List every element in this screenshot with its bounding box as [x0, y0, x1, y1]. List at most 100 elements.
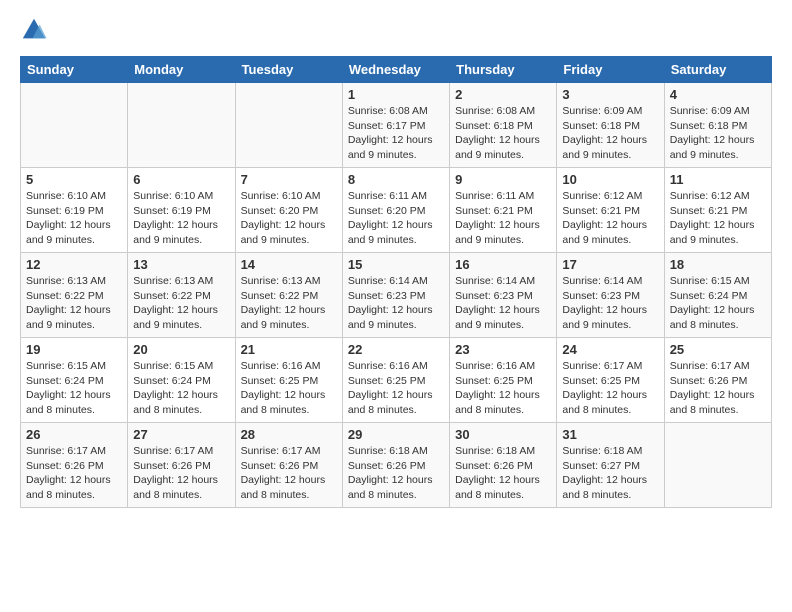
calendar-cell: 31 Sunrise: 6:18 AMSunset: 6:27 PMDayligh… [557, 423, 664, 508]
calendar-cell: 21 Sunrise: 6:16 AMSunset: 6:25 PMDayligh… [235, 338, 342, 423]
calendar-cell: 4Sunrise: 6:09 AMSunset: 6:18 PMDaylight… [664, 83, 771, 168]
day-number: 13 [133, 257, 229, 272]
day-number: 1 [348, 87, 444, 102]
calendar-cell: 6 Sunrise: 6:10 AMSunset: 6:19 PMDaylight… [128, 168, 235, 253]
day-info: Sunrise: 6:18 AMSunset: 6:26 PMDaylight:… [455, 444, 551, 503]
day-info: Sunrise: 6:11 AMSunset: 6:20 PMDaylight:… [348, 189, 444, 248]
day-info: Sunrise: 6:15 AMSunset: 6:24 PMDaylight:… [26, 359, 122, 418]
logo [20, 16, 52, 44]
day-info: Sunrise: 6:17 AMSunset: 6:26 PMDaylight:… [241, 444, 337, 503]
day-info: Sunrise: 6:18 AMSunset: 6:27 PMDaylight:… [562, 444, 658, 503]
week-row-1: 1 Sunrise: 6:08 AMSunset: 6:17 PMDaylight… [21, 83, 772, 168]
day-number: 26 [26, 427, 122, 442]
calendar-cell: 5Sunrise: 6:10 AMSunset: 6:19 PMDaylight… [21, 168, 128, 253]
day-info: Sunrise: 6:14 AMSunset: 6:23 PMDaylight:… [348, 274, 444, 333]
day-number: 20 [133, 342, 229, 357]
calendar-cell [664, 423, 771, 508]
day-number: 28 [241, 427, 337, 442]
calendar-cell: 26 Sunrise: 6:17 AMSunset: 6:26 PMDayligh… [21, 423, 128, 508]
calendar-cell: 3 Sunrise: 6:09 AMSunset: 6:18 PMDaylight… [557, 83, 664, 168]
calendar-cell [21, 83, 128, 168]
calendar-cell: 24 Sunrise: 6:17 AMSunset: 6:25 PMDayligh… [557, 338, 664, 423]
calendar-cell: 9 Sunrise: 6:11 AMSunset: 6:21 PMDaylight… [450, 168, 557, 253]
day-number: 16 [455, 257, 551, 272]
day-info: Sunrise: 6:16 AMSunset: 6:25 PMDaylight:… [348, 359, 444, 418]
week-row-3: 12 Sunrise: 6:13 AMSunset: 6:22 PMDayligh… [21, 253, 772, 338]
day-info: Sunrise: 6:14 AMSunset: 6:23 PMDaylight:… [562, 274, 658, 333]
day-info: Sunrise: 6:15 AMSunset: 6:24 PMDaylight:… [670, 274, 766, 333]
day-info: Sunrise: 6:15 AMSunset: 6:24 PMDaylight:… [133, 359, 229, 418]
page: SundayMondayTuesdayWednesdayThursdayFrid… [0, 0, 792, 612]
week-row-5: 26 Sunrise: 6:17 AMSunset: 6:26 PMDayligh… [21, 423, 772, 508]
day-info: Sunrise: 6:13 AMSunset: 6:22 PMDaylight:… [26, 274, 122, 333]
day-info: Sunrise: 6:17 AMSunset: 6:26 PMDaylight:… [670, 359, 766, 418]
day-info: Sunrise: 6:13 AMSunset: 6:22 PMDaylight:… [241, 274, 337, 333]
weekday-header-saturday: Saturday [664, 57, 771, 83]
day-info: Sunrise: 6:14 AMSunset: 6:23 PMDaylight:… [455, 274, 551, 333]
calendar-cell: 20 Sunrise: 6:15 AMSunset: 6:24 PMDayligh… [128, 338, 235, 423]
calendar-cell: 22 Sunrise: 6:16 AMSunset: 6:25 PMDayligh… [342, 338, 449, 423]
calendar-cell: 17 Sunrise: 6:14 AMSunset: 6:23 PMDayligh… [557, 253, 664, 338]
day-number: 22 [348, 342, 444, 357]
day-number: 15 [348, 257, 444, 272]
day-info: Sunrise: 6:17 AMSunset: 6:26 PMDaylight:… [133, 444, 229, 503]
day-info: Sunrise: 6:08 AMSunset: 6:17 PMDaylight:… [348, 104, 444, 163]
calendar: SundayMondayTuesdayWednesdayThursdayFrid… [20, 56, 772, 508]
day-info: Sunrise: 6:12 AMSunset: 6:21 PMDaylight:… [562, 189, 658, 248]
calendar-cell: 7 Sunrise: 6:10 AMSunset: 6:20 PMDaylight… [235, 168, 342, 253]
calendar-cell: 10 Sunrise: 6:12 AMSunset: 6:21 PMDayligh… [557, 168, 664, 253]
calendar-cell: 12 Sunrise: 6:13 AMSunset: 6:22 PMDayligh… [21, 253, 128, 338]
day-info: Sunrise: 6:17 AMSunset: 6:25 PMDaylight:… [562, 359, 658, 418]
day-number: 14 [241, 257, 337, 272]
calendar-cell [128, 83, 235, 168]
day-info: Sunrise: 6:12 AMSunset: 6:21 PMDaylight:… [670, 189, 766, 248]
day-info: Sunrise: 6:11 AMSunset: 6:21 PMDaylight:… [455, 189, 551, 248]
day-number: 3 [562, 87, 658, 102]
logo-icon [20, 16, 48, 44]
calendar-cell: 18 Sunrise: 6:15 AMSunset: 6:24 PMDayligh… [664, 253, 771, 338]
calendar-cell: 11 Sunrise: 6:12 AMSunset: 6:21 PMDayligh… [664, 168, 771, 253]
header [20, 16, 772, 44]
calendar-cell: 30 Sunrise: 6:18 AMSunset: 6:26 PMDayligh… [450, 423, 557, 508]
day-number: 2 [455, 87, 551, 102]
weekday-header-friday: Friday [557, 57, 664, 83]
day-number: 9 [455, 172, 551, 187]
calendar-cell [235, 83, 342, 168]
day-number: 6 [133, 172, 229, 187]
day-number: 17 [562, 257, 658, 272]
calendar-cell: 15 Sunrise: 6:14 AMSunset: 6:23 PMDayligh… [342, 253, 449, 338]
day-number: 18 [670, 257, 766, 272]
weekday-header-monday: Monday [128, 57, 235, 83]
day-number: 5 [26, 172, 122, 187]
day-number: 23 [455, 342, 551, 357]
calendar-cell: 23Sunrise: 6:16 AMSunset: 6:25 PMDayligh… [450, 338, 557, 423]
day-info: Sunrise: 6:18 AMSunset: 6:26 PMDaylight:… [348, 444, 444, 503]
day-info: Sunrise: 6:13 AMSunset: 6:22 PMDaylight:… [133, 274, 229, 333]
day-number: 25 [670, 342, 766, 357]
day-info: Sunrise: 6:17 AMSunset: 6:26 PMDaylight:… [26, 444, 122, 503]
weekday-header-row: SundayMondayTuesdayWednesdayThursdayFrid… [21, 57, 772, 83]
calendar-cell: 16 Sunrise: 6:14 AMSunset: 6:23 PMDayligh… [450, 253, 557, 338]
day-number: 8 [348, 172, 444, 187]
day-number: 12 [26, 257, 122, 272]
calendar-cell: 8 Sunrise: 6:11 AMSunset: 6:20 PMDaylight… [342, 168, 449, 253]
day-number: 31 [562, 427, 658, 442]
weekday-header-thursday: Thursday [450, 57, 557, 83]
day-info: Sunrise: 6:10 AMSunset: 6:20 PMDaylight:… [241, 189, 337, 248]
day-info: Sunrise: 6:16 AMSunset: 6:25 PMDaylight:… [241, 359, 337, 418]
calendar-cell: 13 Sunrise: 6:13 AMSunset: 6:22 PMDayligh… [128, 253, 235, 338]
weekday-header-sunday: Sunday [21, 57, 128, 83]
day-number: 21 [241, 342, 337, 357]
day-number: 30 [455, 427, 551, 442]
week-row-4: 19Sunrise: 6:15 AMSunset: 6:24 PMDayligh… [21, 338, 772, 423]
day-info: Sunrise: 6:09 AMSunset: 6:18 PMDaylight:… [562, 104, 658, 163]
day-number: 24 [562, 342, 658, 357]
day-number: 7 [241, 172, 337, 187]
day-info: Sunrise: 6:08 AMSunset: 6:18 PMDaylight:… [455, 104, 551, 163]
day-number: 11 [670, 172, 766, 187]
day-number: 10 [562, 172, 658, 187]
calendar-cell: 1 Sunrise: 6:08 AMSunset: 6:17 PMDaylight… [342, 83, 449, 168]
calendar-cell: 2 Sunrise: 6:08 AMSunset: 6:18 PMDaylight… [450, 83, 557, 168]
week-row-2: 5 Sunrise: 6:10 AMSunset: 6:19 PMDaylight… [21, 168, 772, 253]
day-info: Sunrise: 6:10 AMSunset: 6:19 PMDaylight:… [133, 189, 229, 248]
